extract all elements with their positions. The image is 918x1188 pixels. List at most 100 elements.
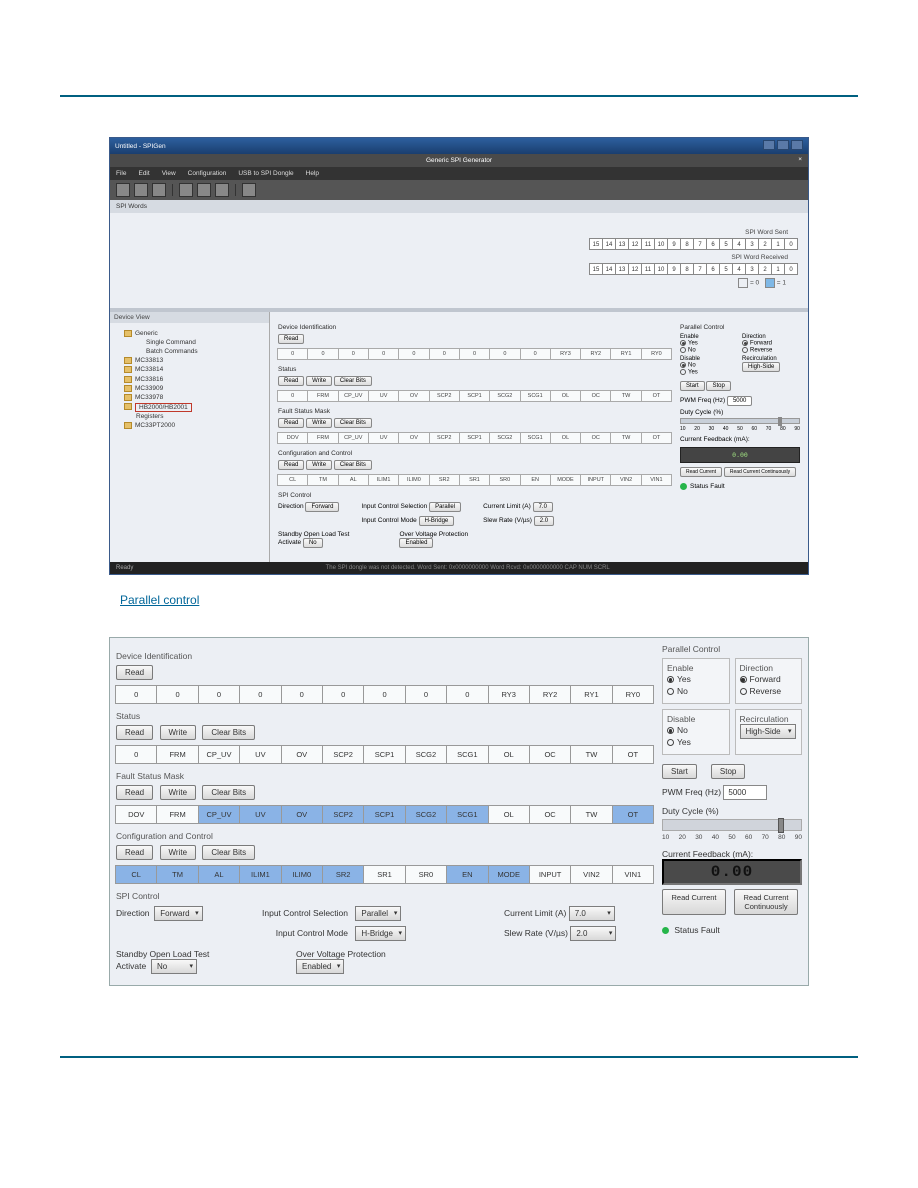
clear-bits-button[interactable]: Clear Bits — [202, 785, 255, 800]
read-button[interactable]: Read — [116, 725, 153, 740]
direction-select[interactable]: Forward — [154, 906, 202, 921]
internal-panel-enlarged: Device Identification Read 000000000RY3R… — [109, 637, 809, 986]
toolbar[interactable] — [110, 180, 808, 200]
cfg-row[interactable]: CLTMALILIM1ILIM0SR2SR1SR0ENMODEINPUTVIN2… — [116, 865, 654, 884]
close-icon[interactable]: × — [798, 156, 802, 163]
clear-bits-button[interactable]: Clear Bits — [334, 376, 372, 386]
folder-icon — [124, 366, 132, 373]
sub-header: Generic SPI Generator × — [110, 154, 808, 167]
solt-select[interactable]: No — [303, 538, 323, 548]
read-button[interactable]: Read — [116, 665, 153, 680]
current-feedback-readout: 0.00 — [662, 859, 802, 885]
word-recv-row: 1514131211109876543210 — [120, 263, 798, 275]
write-button[interactable]: Write — [306, 376, 332, 386]
status-led-icon — [680, 483, 687, 490]
clear-bits-button[interactable]: Clear Bits — [202, 725, 255, 740]
folder-icon — [124, 376, 132, 383]
status-fault-led-icon — [662, 927, 669, 934]
disable-no-radio[interactable]: No — [667, 724, 725, 736]
stop-button[interactable]: Stop — [711, 764, 745, 779]
folder-icon — [124, 385, 132, 392]
group-fsm-title: Fault Status Mask — [116, 771, 654, 781]
clear-bits-button[interactable]: Clear Bits — [334, 460, 372, 470]
devid-row: 000000000RY3RY2RY1RY0 — [116, 685, 654, 704]
enable-yes-radio[interactable]: Yes — [667, 673, 725, 685]
icm-select[interactable]: H-Bridge — [419, 516, 455, 526]
menu-bar[interactable]: FileEditViewConfigurationUSB to SPI Dong… — [110, 167, 808, 180]
read-button[interactable]: Read — [278, 460, 304, 470]
word-sent-label: SPI Word Sent — [120, 229, 798, 236]
tree-selected: HB2000/HB2001 — [114, 402, 265, 411]
enable-no-radio[interactable]: No — [667, 685, 725, 697]
parallel-control-panel: Parallel Control Enable Yes No Direction… — [662, 644, 802, 979]
cfb-readout: 0.00 — [680, 447, 800, 463]
read-current-button[interactable]: Read Current — [662, 889, 726, 915]
read-button[interactable]: Read — [116, 845, 153, 860]
start-button[interactable]: Start — [662, 764, 697, 779]
sr-select[interactable]: 2.0 — [534, 516, 554, 526]
write-button[interactable]: Write — [306, 418, 332, 428]
group-status: Status — [278, 366, 672, 373]
pwm-freq-input[interactable]: 5000 — [723, 785, 767, 800]
clear-bits-button[interactable]: Clear Bits — [202, 845, 255, 860]
read-current-cont-button[interactable]: Read Current Continuously — [724, 467, 796, 477]
read-button[interactable]: Read — [116, 785, 153, 800]
open-icon — [134, 183, 148, 197]
folder-icon — [124, 357, 132, 364]
ics-select[interactable]: Parallel — [355, 906, 401, 921]
write-button[interactable]: Write — [160, 845, 197, 860]
slider-ticks: 102030405060708090 — [662, 834, 802, 841]
write-button[interactable]: Write — [160, 785, 197, 800]
clear-bits-button[interactable]: Clear Bits — [334, 418, 372, 428]
recirc-select[interactable]: High-Side — [742, 362, 780, 372]
title-bar: Untitled - SPIGen — [110, 138, 808, 154]
current-limit-select[interactable]: 7.0 — [569, 906, 615, 921]
group-devid-title: Device Identification — [116, 651, 654, 661]
ovp-select[interactable]: Enabled — [296, 959, 344, 974]
dir-reverse-radio[interactable]: Reverse — [740, 685, 798, 697]
read-button[interactable]: Read — [278, 334, 304, 344]
stop-button[interactable]: Stop — [706, 381, 730, 391]
fsm-row[interactable]: DOVFRMCP_UVUVOVSCP2SCP1SCG2SCG1OLOCTWOT — [116, 805, 654, 824]
save-icon — [152, 183, 166, 197]
group-spictrl-title: SPI Control — [116, 891, 654, 901]
group-fsm: Fault Status Mask — [278, 408, 672, 415]
read-current-button[interactable]: Read Current — [680, 467, 722, 477]
recirculation-select[interactable]: High-Side — [740, 724, 796, 739]
folder-icon — [124, 422, 132, 429]
read-current-cont-button[interactable]: Read Current Continuously — [734, 889, 798, 915]
spi-word-area: SPI Word Sent 1514131211109876543210 SPI… — [110, 213, 808, 308]
direction-select[interactable]: Forward — [305, 502, 339, 512]
group-spictrl: SPI Control — [278, 492, 672, 499]
device-tree[interactable]: Device View Generic Single Command Batch… — [110, 312, 270, 562]
read-button[interactable]: Read — [278, 418, 304, 428]
duty-cycle-slider[interactable] — [662, 819, 802, 831]
cl-select[interactable]: 7.0 — [533, 502, 553, 512]
slew-rate-select[interactable]: 2.0 — [570, 926, 616, 941]
window-title: Untitled - SPIGen — [115, 143, 166, 150]
spi-words-tab[interactable]: SPI Words — [110, 200, 808, 213]
status-bar: Ready The SPI dongle was not detected. W… — [110, 562, 808, 574]
group-cfg-title: Configuration and Control — [116, 831, 654, 841]
disable-yes-radio[interactable]: Yes — [667, 736, 725, 748]
solt-select[interactable]: No — [151, 959, 197, 974]
window-controls[interactable] — [761, 140, 803, 152]
parallel-control-panel-small: Parallel Control Enable Yes No Disable N… — [680, 318, 800, 548]
folder-icon — [124, 394, 132, 401]
ovp-select[interactable]: Enabled — [399, 538, 433, 548]
ics-select[interactable]: Parallel — [429, 502, 461, 512]
write-button[interactable]: Write — [306, 460, 332, 470]
folder-icon — [124, 403, 132, 410]
dir-forward-radio[interactable]: Forward — [740, 673, 798, 685]
copy-icon — [197, 183, 211, 197]
status-row: 0FRMCP_UVUVOVSCP2SCP1SCG2SCG1OLOCTWOT — [116, 745, 654, 764]
app-window-screenshot: Untitled - SPIGen Generic SPI Generator … — [109, 137, 809, 575]
write-button[interactable]: Write — [160, 725, 197, 740]
group-cfg: Configuration and Control — [278, 450, 672, 457]
start-button[interactable]: Start — [680, 381, 705, 391]
parallel-title: Parallel Control — [662, 644, 802, 654]
caption-link[interactable]: Parallel control — [120, 593, 858, 607]
read-button[interactable]: Read — [278, 376, 304, 386]
icm-select[interactable]: H-Bridge — [355, 926, 406, 941]
help-icon — [242, 183, 256, 197]
